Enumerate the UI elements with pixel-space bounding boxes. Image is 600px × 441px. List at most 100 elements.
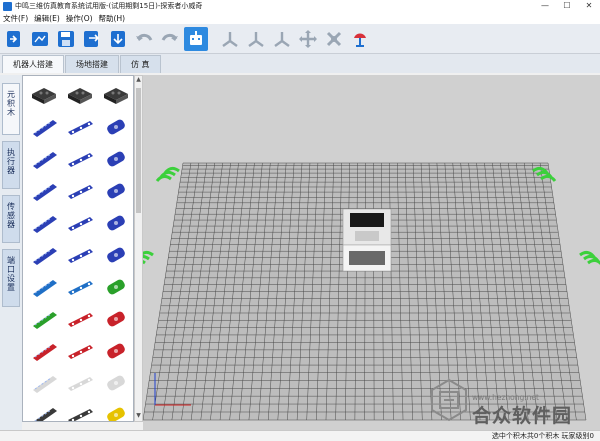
part-item[interactable] <box>101 208 131 238</box>
robot-button-panel <box>355 231 379 241</box>
side-tab-ports[interactable]: 端口设置 <box>2 249 20 307</box>
save-as-icon <box>84 30 100 47</box>
part-thumbnail-icon <box>34 408 57 421</box>
window-title: 中鸣三维仿真教育系统试用版-(试用期剩15日)-探索者小威奇 <box>15 2 203 10</box>
part-thumbnail-icon <box>68 185 93 199</box>
part-item[interactable] <box>101 400 131 421</box>
robot-screen <box>350 213 384 227</box>
side-tab-ports-label: 端口设置 <box>7 256 15 292</box>
part-item[interactable] <box>101 368 131 398</box>
tab-simulation[interactable]: 仿 真 <box>120 55 161 73</box>
part-item[interactable] <box>29 368 59 398</box>
undo-button[interactable] <box>132 27 156 51</box>
part-item[interactable] <box>101 240 131 270</box>
3d-viewport[interactable] <box>143 75 600 430</box>
part-item[interactable] <box>65 208 95 238</box>
tab-robot-build[interactable]: 机器人搭建 <box>2 55 64 73</box>
part-item[interactable] <box>65 112 95 142</box>
app-icon <box>3 1 12 11</box>
move-x-icon <box>222 31 238 47</box>
part-item[interactable] <box>101 80 131 110</box>
boundary-marker <box>579 250 600 265</box>
rotate-button[interactable] <box>322 27 346 51</box>
part-item[interactable] <box>29 336 59 366</box>
side-tab-sensors[interactable]: 传感器 <box>2 195 20 243</box>
part-item[interactable] <box>65 400 95 421</box>
part-item[interactable] <box>29 304 59 334</box>
scroll-down-icon[interactable]: ▼ <box>135 412 142 421</box>
part-thumbnail-icon <box>33 312 57 329</box>
menu-help[interactable]: 帮助(H) <box>96 13 129 24</box>
part-thumbnail-icon <box>68 377 93 391</box>
part-item[interactable] <box>29 240 59 270</box>
scroll-up-icon[interactable]: ▲ <box>135 76 142 85</box>
paint-button[interactable] <box>348 27 372 51</box>
part-item[interactable] <box>29 272 59 302</box>
part-item[interactable] <box>29 400 59 421</box>
redo-button[interactable] <box>158 27 182 51</box>
status-bar: 选中个积木共0个积木 玩家级别0 <box>0 430 600 441</box>
side-tab-actuators[interactable]: 执行器 <box>2 141 20 189</box>
part-item[interactable] <box>29 80 59 110</box>
undo-icon <box>136 33 153 41</box>
menu-file[interactable]: 文件(F) <box>0 13 31 24</box>
part-thumbnail-icon <box>107 151 125 167</box>
part-thumbnail-icon <box>68 88 92 104</box>
part-item[interactable] <box>101 304 131 334</box>
part-thumbnail-icon <box>33 120 57 137</box>
part-thumbnail-icon <box>33 376 57 393</box>
part-thumbnail-icon <box>107 119 125 135</box>
part-thumbnail-icon <box>33 216 57 233</box>
part-item[interactable] <box>29 176 59 206</box>
status-text: 选中个积木共0个积木 玩家级别0 <box>491 432 594 440</box>
robot-button[interactable] <box>184 26 208 51</box>
part-item[interactable] <box>65 176 95 206</box>
toolbar <box>0 24 600 54</box>
maximize-button[interactable]: ☐ <box>556 0 578 12</box>
part-item[interactable] <box>101 272 131 302</box>
part-item[interactable] <box>65 304 95 334</box>
close-button[interactable]: ✕ <box>578 0 600 12</box>
part-item[interactable] <box>101 176 131 206</box>
scroll-thumb[interactable] <box>136 88 141 213</box>
part-item[interactable] <box>65 80 95 110</box>
move-y-button[interactable] <box>244 27 268 51</box>
minimize-button[interactable]: — <box>534 0 556 12</box>
move-z-button[interactable] <box>270 27 294 51</box>
part-item[interactable] <box>29 208 59 238</box>
tab-field-build[interactable]: 场地搭建 <box>65 55 119 73</box>
part-item[interactable] <box>101 144 131 174</box>
part-item[interactable] <box>65 144 95 174</box>
part-item[interactable] <box>29 144 59 174</box>
move-x-button[interactable] <box>218 27 242 51</box>
part-thumbnail-icon <box>68 217 93 231</box>
part-item[interactable] <box>101 336 131 366</box>
part-thumbnail-icon <box>107 407 125 421</box>
export-button[interactable] <box>106 27 130 51</box>
palette-scrollbar[interactable]: ▲ ▼ <box>134 75 143 422</box>
move-all-button[interactable] <box>296 27 320 51</box>
import-button[interactable] <box>2 27 26 51</box>
part-thumbnail-icon <box>104 88 128 104</box>
part-item[interactable] <box>29 112 59 142</box>
menu-edit[interactable]: 编辑(E) <box>31 13 63 24</box>
part-item[interactable] <box>65 272 95 302</box>
robot-icon <box>190 30 202 45</box>
open-button[interactable] <box>28 27 52 51</box>
part-thumbnail-icon <box>33 344 57 361</box>
title-bar: 中鸣三维仿真教育系统试用版-(试用期剩15日)-探索者小威奇 — ☐ ✕ <box>0 0 600 12</box>
part-item[interactable] <box>65 240 95 270</box>
save-as-button[interactable] <box>80 27 104 51</box>
side-tab-actuators-label: 执行器 <box>7 148 15 175</box>
part-item[interactable] <box>65 368 95 398</box>
scene-canvas[interactable] <box>143 75 600 430</box>
side-tab-bricks[interactable]: 元积木 <box>2 83 20 135</box>
menu-bar: 文件(F) 编辑(E) 操作(O) 帮助(H) <box>0 12 600 24</box>
part-item[interactable] <box>101 112 131 142</box>
part-thumbnail-icon <box>33 280 57 297</box>
import-icon <box>7 30 20 47</box>
part-item[interactable] <box>65 336 95 366</box>
save-button[interactable] <box>54 27 78 51</box>
menu-operate[interactable]: 操作(O) <box>63 13 96 24</box>
redo-icon <box>161 33 178 41</box>
